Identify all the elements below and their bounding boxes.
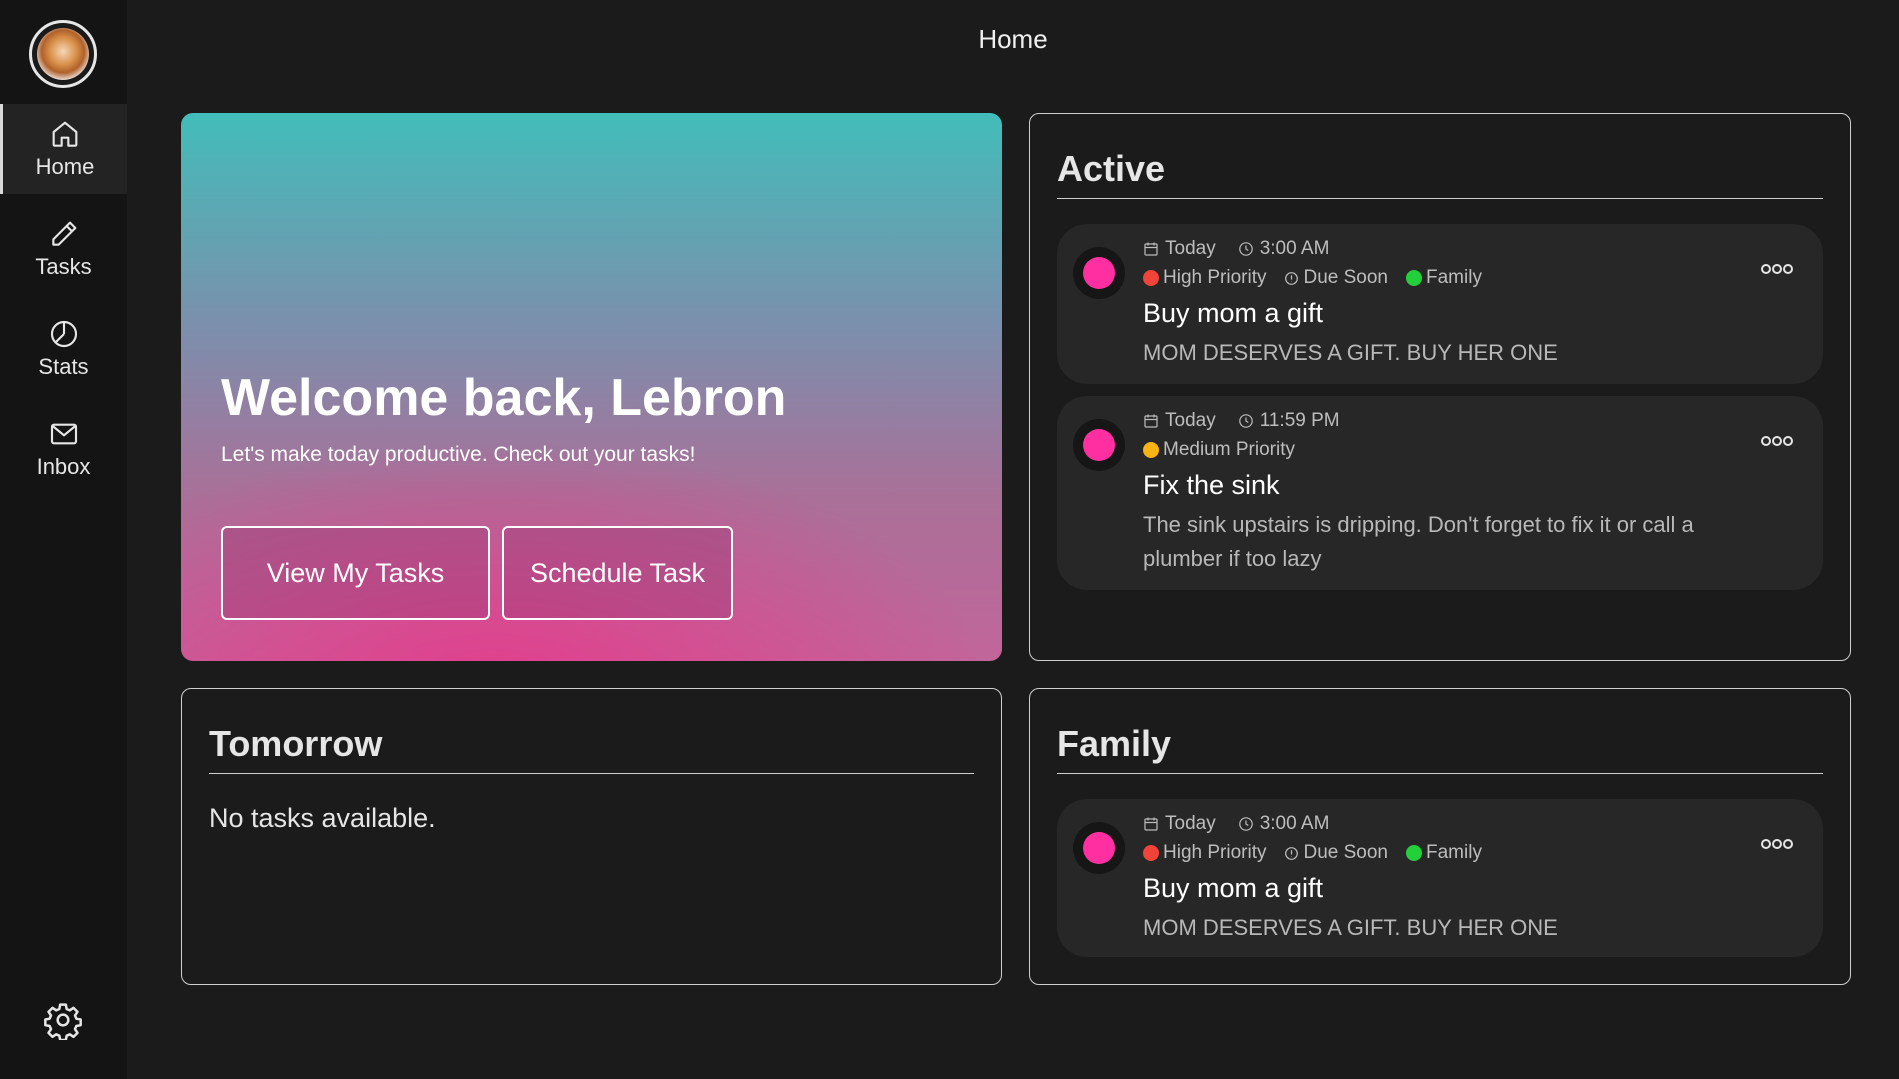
sidebar: Home Tasks Stats Inbox bbox=[0, 0, 127, 1079]
task-complete-toggle[interactable] bbox=[1073, 419, 1125, 471]
schedule-task-button[interactable]: Schedule Task bbox=[502, 526, 733, 620]
empty-state-text: No tasks available. bbox=[209, 803, 436, 833]
view-my-tasks-button[interactable]: View My Tasks bbox=[221, 526, 490, 620]
more-icon bbox=[1761, 436, 1771, 446]
task-complete-toggle[interactable] bbox=[1073, 822, 1125, 874]
panel-title: Family bbox=[1057, 723, 1823, 774]
clock-icon bbox=[1238, 242, 1253, 256]
welcome-subtitle: Let's make today productive. Check out y… bbox=[221, 443, 696, 466]
task-time: 3:00 AM bbox=[1259, 813, 1330, 834]
task-status-dot bbox=[1083, 832, 1115, 864]
medium-priority-dot bbox=[1143, 442, 1159, 458]
due-soon-tag: Due Soon bbox=[1303, 267, 1388, 288]
family-tag-dot bbox=[1406, 270, 1422, 286]
welcome-title: Welcome back, Lebron bbox=[221, 369, 787, 427]
panel-title: Active bbox=[1057, 148, 1823, 199]
tomorrow-panel: Tomorrow No tasks available. bbox=[181, 688, 1002, 985]
more-icon bbox=[1761, 839, 1771, 849]
task-meta: Today 3:00 AM bbox=[1143, 813, 1329, 835]
task-time: 11:59 PM bbox=[1259, 410, 1340, 431]
task-status-dot bbox=[1083, 257, 1115, 289]
calendar-icon bbox=[1144, 414, 1158, 428]
category-tag: Family bbox=[1426, 842, 1482, 863]
home-icon bbox=[52, 121, 78, 147]
task-description: MOM DESERVES A GIFT. BUY HER ONE bbox=[1143, 340, 1558, 365]
sidebar-item-label: Inbox bbox=[36, 454, 91, 479]
task-title: Buy mom a gift bbox=[1143, 873, 1324, 903]
family-panel: Family Today 3:00 AM High Priority Due S… bbox=[1029, 688, 1851, 985]
calendar-icon bbox=[1144, 242, 1158, 256]
more-icon bbox=[1761, 264, 1771, 274]
priority-tag: High Priority bbox=[1163, 842, 1267, 863]
task-time: 3:00 AM bbox=[1259, 238, 1330, 259]
task-tags: High Priority Due Soon Family bbox=[1143, 842, 1482, 864]
task-card[interactable]: Today 11:59 PM Medium Priority Fix the s… bbox=[1057, 396, 1823, 590]
alert-icon bbox=[1285, 271, 1299, 285]
alert-icon bbox=[1285, 846, 1299, 860]
sidebar-item-stats[interactable]: Stats bbox=[0, 304, 127, 394]
task-card[interactable]: Today 3:00 AM High Priority Due Soon Fam… bbox=[1057, 224, 1823, 384]
clock-icon bbox=[1238, 414, 1253, 428]
pie-chart-icon bbox=[50, 320, 77, 348]
sidebar-item-tasks[interactable]: Tasks bbox=[0, 204, 127, 294]
task-meta: Today 3:00 AM bbox=[1143, 238, 1329, 260]
more-options-button[interactable] bbox=[1761, 839, 1793, 849]
task-tags: Medium Priority bbox=[1143, 439, 1295, 461]
avatar[interactable] bbox=[29, 20, 97, 88]
family-tag-dot bbox=[1406, 845, 1422, 861]
category-tag: Family bbox=[1426, 267, 1482, 288]
page-title: Home bbox=[978, 24, 1048, 54]
task-meta: Today 11:59 PM bbox=[1143, 410, 1340, 432]
task-complete-toggle[interactable] bbox=[1073, 247, 1125, 299]
settings-button[interactable] bbox=[43, 1000, 83, 1042]
task-tags: High Priority Due Soon Family bbox=[1143, 267, 1482, 289]
clock-icon bbox=[1238, 817, 1253, 831]
sidebar-item-inbox[interactable]: Inbox bbox=[0, 404, 127, 494]
due-soon-tag: Due Soon bbox=[1303, 842, 1388, 863]
avatar-image bbox=[37, 28, 89, 80]
task-date: Today bbox=[1165, 410, 1216, 431]
mail-icon bbox=[50, 423, 77, 445]
task-date: Today bbox=[1165, 813, 1216, 834]
active-panel: Active Today 3:00 AM High Priority Due S… bbox=[1029, 113, 1851, 661]
calendar-icon bbox=[1144, 817, 1158, 831]
task-title: Fix the sink bbox=[1143, 470, 1280, 500]
high-priority-dot bbox=[1143, 270, 1159, 286]
task-status-dot bbox=[1083, 429, 1115, 461]
high-priority-dot bbox=[1143, 845, 1159, 861]
task-date: Today bbox=[1165, 238, 1216, 259]
gear-icon bbox=[44, 1003, 82, 1042]
task-card[interactable]: Today 3:00 AM High Priority Due Soon Fam… bbox=[1057, 799, 1823, 957]
more-options-button[interactable] bbox=[1761, 436, 1793, 446]
priority-tag: High Priority bbox=[1163, 267, 1267, 288]
more-options-button[interactable] bbox=[1761, 264, 1793, 274]
welcome-banner: Welcome back, Lebron Let's make today pr… bbox=[181, 113, 1002, 661]
pencil-icon bbox=[51, 221, 76, 246]
priority-tag: Medium Priority bbox=[1163, 439, 1295, 460]
sidebar-item-home[interactable]: Home bbox=[0, 104, 127, 194]
task-title: Buy mom a gift bbox=[1143, 298, 1324, 328]
sidebar-item-label: Stats bbox=[38, 354, 89, 379]
sidebar-item-label: Home bbox=[35, 154, 95, 179]
sidebar-item-label: Tasks bbox=[35, 254, 92, 279]
panel-title: Tomorrow bbox=[209, 723, 974, 774]
task-description: The sink upstairs is dripping. Don't for… bbox=[1143, 512, 1694, 571]
task-description: MOM DESERVES A GIFT. BUY HER ONE bbox=[1143, 915, 1558, 940]
